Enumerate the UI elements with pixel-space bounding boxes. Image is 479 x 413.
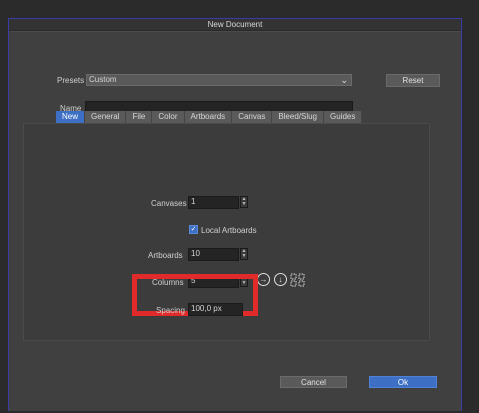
artboards-input[interactable]: 10: [188, 248, 239, 261]
arrow-down-circle-icon[interactable]: ↓: [274, 273, 287, 286]
spacing-input[interactable]: 100,0 px: [188, 303, 243, 316]
cancel-button[interactable]: Cancel: [280, 376, 347, 388]
artboards-stepper[interactable]: ▲ ▼: [240, 248, 248, 260]
tab-general[interactable]: General: [85, 111, 127, 123]
presets-dropdown[interactable]: Custom ⌄: [86, 74, 352, 86]
tab-artboards[interactable]: Artboards: [184, 111, 233, 123]
dialog-title: New Document: [9, 19, 461, 31]
tab-color[interactable]: Color: [152, 111, 185, 123]
canvases-label: Canvases: [151, 199, 187, 208]
ok-button[interactable]: Ok: [369, 376, 437, 388]
presets-label: Presets: [57, 76, 85, 85]
tab-canvas[interactable]: Canvas: [232, 111, 273, 123]
local-artboards-checkbox[interactable]: ✓: [189, 225, 198, 234]
title-divider: [9, 31, 461, 32]
arrow-right-circle-icon[interactable]: →: [257, 273, 270, 286]
artboards-label: Artboards: [148, 251, 183, 260]
spacing-label: Spacing: [156, 306, 185, 315]
grid-layout-icon[interactable]: [290, 273, 306, 287]
local-artboards-label: Local Artboards: [201, 226, 257, 235]
tab-guides[interactable]: Guides: [324, 111, 363, 123]
tab-bar: New General File Color Artboards Canvas …: [56, 111, 363, 123]
tab-new[interactable]: New: [56, 111, 86, 123]
canvases-input[interactable]: 1: [188, 196, 239, 209]
tab-bleed-slug[interactable]: Bleed/Slug: [272, 111, 325, 123]
canvases-stepper[interactable]: ▲ ▼: [240, 196, 248, 208]
chevron-down-icon: ⌄: [340, 75, 348, 85]
tab-file[interactable]: File: [126, 111, 153, 123]
presets-value: Custom: [89, 75, 117, 84]
reset-button[interactable]: Reset: [386, 74, 440, 87]
